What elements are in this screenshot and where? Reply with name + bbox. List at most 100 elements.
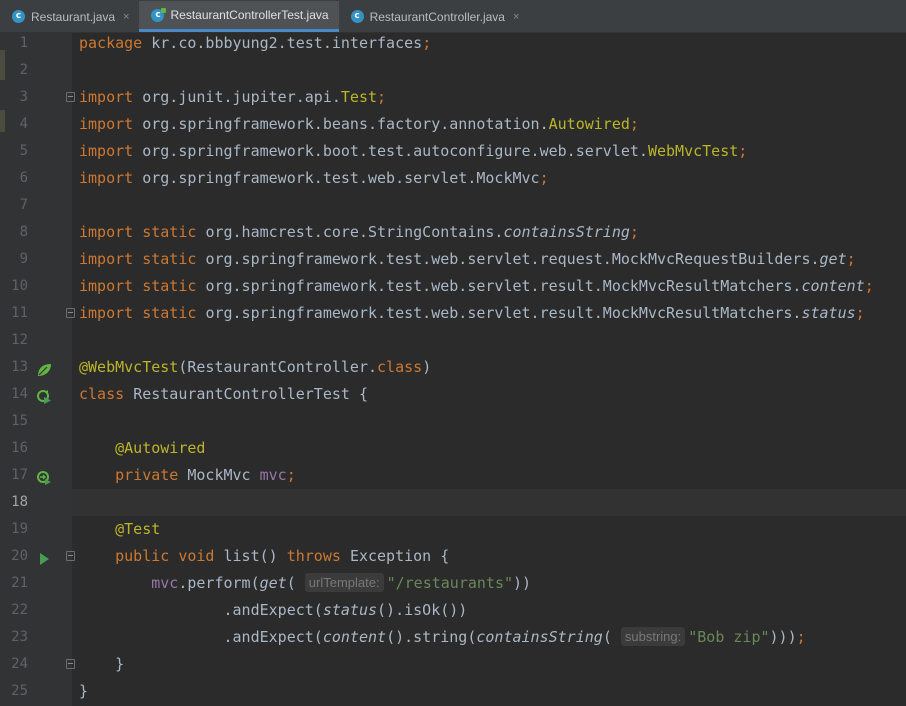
code-token: Test	[340, 88, 378, 106]
code-line[interactable]: 12	[0, 327, 906, 354]
line-number: 23	[11, 629, 28, 645]
line-number: 4	[19, 116, 28, 132]
code-token: kr.co.bbbyung2.test.interfaces	[151, 34, 423, 52]
editor-tab-label: RestaurantControllerTest.java	[170, 8, 329, 22]
code-token: ))	[513, 574, 532, 592]
code-token: ().string(	[386, 628, 477, 646]
code-line[interactable]: 18	[0, 489, 906, 516]
code-text: private MockMvc mvc;	[72, 462, 906, 489]
code-token: org.springframework.boot.test.autoconfig…	[142, 142, 648, 160]
code-line[interactable]: 6 import org.springframework.test.web.ser…	[0, 165, 906, 192]
code-token: org.springframework.test.web.servlet.res…	[205, 277, 802, 295]
code-token: import static	[79, 304, 206, 322]
code-token: "/restaurants"	[386, 574, 514, 592]
code-line[interactable]: 1 package kr.co.bbbyung2.test.interfaces;	[0, 30, 906, 57]
code-line[interactable]: 16 @Autowired	[0, 435, 906, 462]
code-token: ;	[629, 115, 639, 133]
code-line[interactable]: 22 .andExpect(status().isOk())	[0, 597, 906, 624]
run-test-class-icon[interactable]	[36, 387, 52, 404]
code-text: @Autowired	[72, 435, 906, 462]
code-token: get	[259, 574, 287, 592]
code-line[interactable]: 10 import static org.springframework.test…	[0, 273, 906, 300]
code-text: }	[72, 678, 906, 705]
code-token: Autowired	[548, 115, 630, 133]
close-tab-icon[interactable]: ×	[123, 11, 129, 23]
code-token: Exception {	[349, 547, 450, 565]
code-token: "Bob zip"	[688, 628, 770, 646]
code-line[interactable]: 4 import org.springframework.beans.factor…	[0, 111, 906, 138]
editor-tab[interactable]: c RestaurantController.java ×	[339, 1, 530, 32]
code-line[interactable]: 15	[0, 408, 906, 435]
line-number: 2	[19, 62, 28, 78]
code-token: }	[79, 655, 125, 673]
code-line[interactable]: 3 import org.junit.jupiter.api.Test;	[0, 84, 906, 111]
code-line[interactable]: 11 import static org.springframework.test…	[0, 300, 906, 327]
code-token: throws	[286, 547, 350, 565]
editor-tab[interactable]: c RestaurantControllerTest.java	[139, 1, 339, 32]
code-token: content	[801, 277, 865, 295]
code-token: status	[322, 601, 378, 619]
code-line[interactable]: 24 }	[0, 651, 906, 678]
line-number: 20	[11, 548, 28, 564]
code-token: .andExpect(	[79, 628, 323, 646]
code-token: ;	[855, 304, 865, 322]
code-line[interactable]: 23 .andExpect(content().string(containsS…	[0, 624, 906, 651]
close-tab-icon[interactable]: ×	[513, 11, 519, 23]
code-token: mvc	[151, 574, 179, 592]
spring-bean-icon[interactable]	[36, 360, 52, 376]
code-text: @WebMvcTest(RestaurantController.class)	[72, 354, 906, 381]
test-class-icon: c	[151, 7, 167, 22]
editor-tab[interactable]: c Restaurant.java ×	[0, 1, 139, 32]
line-number: 14	[11, 386, 28, 402]
code-token: )))	[769, 628, 797, 646]
line-number: 16	[11, 440, 28, 456]
code-text: package kr.co.bbbyung2.test.interfaces;	[72, 30, 906, 57]
code-token: import	[79, 142, 143, 160]
code-line[interactable]: 8 import static org.hamcrest.core.StringC…	[0, 219, 906, 246]
code-line[interactable]: 25}	[0, 678, 906, 705]
code-line[interactable]: 17 private MockMvc mvc;	[0, 462, 906, 489]
code-token: import	[79, 115, 143, 133]
code-token: org.junit.jupiter.api.	[142, 88, 341, 106]
code-line[interactable]: 5 import org.springframework.boot.test.au…	[0, 138, 906, 165]
editor-tab-bar: c Restaurant.java × c RestaurantControllerTe…	[0, 0, 906, 33]
editor-tab-label: RestaurantController.java	[369, 9, 505, 24]
line-number: 18	[11, 494, 28, 510]
code-token: RestaurantControllerTest {	[133, 385, 368, 403]
line-number: 25	[11, 683, 28, 699]
code-token: org.springframework.test.web.servlet.res…	[205, 304, 802, 322]
code-text: }	[72, 651, 906, 678]
code-token: org.springframework.beans.factory.annota…	[142, 115, 549, 133]
line-number: 22	[11, 602, 28, 618]
code-text: import org.junit.jupiter.api.Test;	[72, 84, 906, 111]
line-number: 6	[19, 170, 28, 186]
code-line[interactable]: 13 @WebMvcTest(RestaurantController.class…	[0, 354, 906, 381]
code-token: class	[79, 385, 134, 403]
code-line[interactable]: 7	[0, 192, 906, 219]
code-token: import static	[79, 223, 206, 241]
autowired-bean-icon[interactable]	[36, 468, 52, 485]
code-line[interactable]: 9 import static org.springframework.test.…	[0, 246, 906, 273]
code-token: ;	[422, 34, 432, 52]
code-token: import static	[79, 277, 206, 295]
code-line[interactable]: 20 public void list() throws Exception {	[0, 543, 906, 570]
line-number: 7	[19, 197, 28, 213]
code-line[interactable]: 21 mvc.perform(get( urlTemplate: "/restau…	[0, 570, 906, 597]
code-text: .andExpect(content().string(containsStri…	[72, 624, 906, 651]
code-line[interactable]: 19 @Test	[0, 516, 906, 543]
code-text: import static org.springframework.test.w…	[72, 273, 906, 300]
code-token: package	[79, 34, 152, 52]
run-test-icon[interactable]	[36, 549, 52, 565]
code-line[interactable]: 14 class RestaurantControllerTest {	[0, 381, 906, 408]
code-token: MockMvc	[187, 466, 260, 484]
code-text: .andExpect(status().isOk())	[72, 597, 906, 624]
code-line[interactable]: 2	[0, 57, 906, 84]
line-number: 3	[19, 89, 28, 105]
code-text: class RestaurantControllerTest {	[72, 381, 906, 408]
